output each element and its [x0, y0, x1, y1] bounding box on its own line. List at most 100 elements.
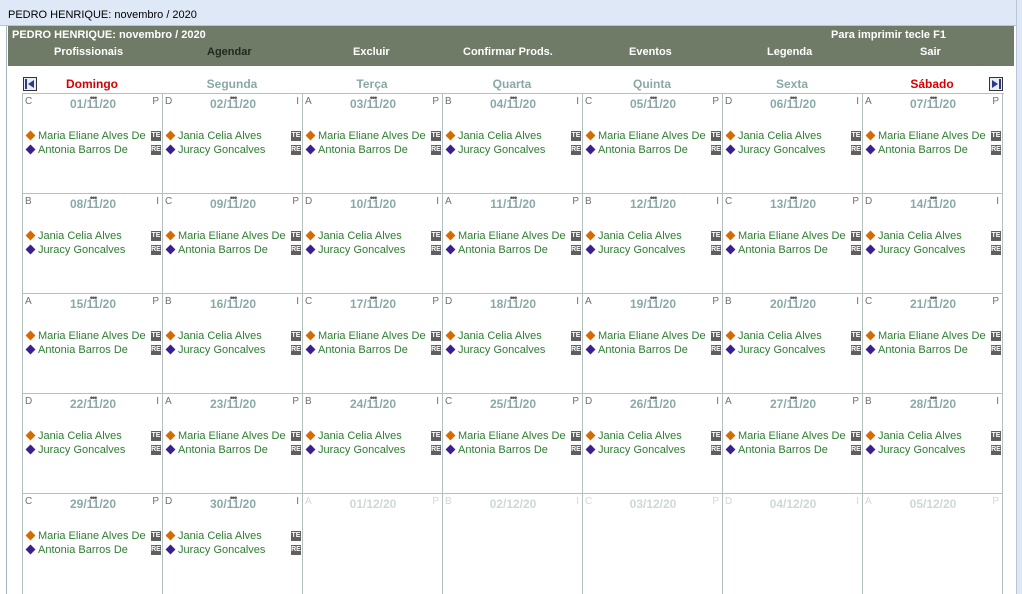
appointment-entry[interactable]: Maria Eliane Alves De TE [25, 530, 161, 543]
calendar-day-cell[interactable]: B I ••• 12/11/20 Jania Celia Alves TE Juracy G… [583, 193, 723, 294]
appointment-entry[interactable]: Antonia Barros De RE [165, 444, 301, 457]
appointment-entry[interactable]: Jania Celia Alves TE [865, 230, 1001, 243]
calendar-day-cell[interactable]: B I ••• 04/11/20 Jania Celia Alves TE Juracy G… [443, 93, 583, 194]
appointment-entry[interactable]: Jania Celia Alves TE [445, 330, 581, 343]
calendar-day-cell[interactable]: C P ••• 01/11/20 Maria Eliane Alves De TE Anto… [23, 93, 163, 194]
appointment-entry[interactable]: Juracy Goncalves RE [165, 144, 301, 157]
appointment-entry[interactable]: Juracy Goncalves RE [585, 444, 721, 457]
calendar-day-cell[interactable]: C P ••• 05/11/20 Maria Eliane Alves De TE Anto… [583, 93, 723, 194]
appointment-entry[interactable]: Maria Eliane Alves De TE [305, 330, 441, 343]
appointment-entry[interactable]: Jania Celia Alves TE [305, 230, 441, 243]
calendar-day-cell[interactable]: A P ••• 27/11/20 Maria Eliane Alves De TE Anto… [723, 393, 863, 494]
appointment-entry[interactable]: Antonia Barros De RE [865, 144, 1001, 157]
appointment-entry[interactable]: Jania Celia Alves TE [445, 130, 581, 143]
calendar-day-cell[interactable]: B I 02/12/20 [443, 494, 583, 594]
appointment-entry[interactable]: Maria Eliane Alves De TE [865, 330, 1001, 343]
appointment-entry[interactable]: Jania Celia Alves TE [305, 430, 441, 443]
appointment-entry[interactable]: Antonia Barros De RE [445, 444, 581, 457]
calendar-day-cell[interactable]: C P ••• 13/11/20 Maria Eliane Alves De TE Anto… [723, 193, 863, 294]
appointment-entry[interactable]: Juracy Goncalves RE [25, 444, 161, 457]
appointment-entry[interactable]: Jania Celia Alves TE [725, 330, 861, 343]
appointment-entry[interactable]: Juracy Goncalves RE [445, 144, 581, 157]
appointment-entry[interactable]: Jania Celia Alves TE [865, 430, 1001, 443]
appointment-entry[interactable]: Antonia Barros De RE [165, 244, 301, 257]
appointment-entry[interactable]: Antonia Barros De RE [25, 544, 161, 557]
calendar-day-cell[interactable]: B I ••• 16/11/20 Jania Celia Alves TE Juracy G… [163, 293, 303, 394]
calendar-day-cell[interactable]: D I ••• 22/11/20 Jania Celia Alves TE Juracy G… [23, 393, 163, 494]
appointment-entry[interactable]: Antonia Barros De RE [585, 144, 721, 157]
appointment-entry[interactable]: Antonia Barros De RE [25, 144, 161, 157]
appointment-entry[interactable]: Jania Celia Alves TE [165, 530, 301, 543]
calendar-day-cell[interactable]: C P ••• 21/11/20 Maria Eliane Alves De TE Anto… [863, 293, 1003, 394]
appointment-entry[interactable]: Juracy Goncalves RE [585, 244, 721, 257]
calendar-day-cell[interactable]: A P ••• 07/11/20 Maria Eliane Alves De TE Anto… [863, 93, 1003, 194]
menu-eventos[interactable]: Eventos [629, 46, 672, 58]
calendar-day-cell[interactable]: B I ••• 20/11/20 Jania Celia Alves TE Juracy G… [723, 293, 863, 394]
appointment-entry[interactable]: Maria Eliane Alves De TE [25, 330, 161, 343]
appointment-entry[interactable]: Juracy Goncalves RE [305, 244, 441, 257]
appointment-entry[interactable]: Antonia Barros De RE [305, 344, 441, 357]
appointment-entry[interactable]: Antonia Barros De RE [305, 144, 441, 157]
appointment-entry[interactable]: Maria Eliane Alves De TE [305, 130, 441, 143]
appointment-entry[interactable]: Antonia Barros De RE [585, 344, 721, 357]
appointment-entry[interactable]: Jania Celia Alves TE [165, 330, 301, 343]
appointment-entry[interactable]: Antonia Barros De RE [725, 444, 861, 457]
menu-excluir[interactable]: Excluir [353, 46, 390, 58]
calendar-day-cell[interactable]: D I ••• 26/11/20 Jania Celia Alves TE Juracy G… [583, 393, 723, 494]
calendar-day-cell[interactable]: C P ••• 09/11/20 Maria Eliane Alves De TE Anto… [163, 193, 303, 294]
appointment-entry[interactable]: Jania Celia Alves TE [585, 430, 721, 443]
calendar-day-cell[interactable]: C P ••• 17/11/20 Maria Eliane Alves De TE Anto… [303, 293, 443, 394]
appointment-entry[interactable]: Jania Celia Alves TE [725, 130, 861, 143]
calendar-day-cell[interactable]: D I ••• 10/11/20 Jania Celia Alves TE Juracy G… [303, 193, 443, 294]
appointment-entry[interactable]: Antonia Barros De RE [865, 344, 1001, 357]
calendar-day-cell[interactable]: A P ••• 03/11/20 Maria Eliane Alves De TE Anto… [303, 93, 443, 194]
appointment-entry[interactable]: Maria Eliane Alves De TE [25, 130, 161, 143]
appointment-entry[interactable]: Juracy Goncalves RE [165, 344, 301, 357]
appointment-entry[interactable]: Juracy Goncalves RE [25, 244, 161, 257]
calendar-day-cell[interactable]: A P ••• 15/11/20 Maria Eliane Alves De TE Anto… [23, 293, 163, 394]
appointment-entry[interactable]: Antonia Barros De RE [25, 344, 161, 357]
appointment-entry[interactable]: Jania Celia Alves TE [25, 430, 161, 443]
appointment-entry[interactable]: Maria Eliane Alves De TE [165, 230, 301, 243]
appointment-entry[interactable]: Juracy Goncalves RE [165, 544, 301, 557]
calendar-day-cell[interactable]: A P ••• 23/11/20 Maria Eliane Alves De TE Anto… [163, 393, 303, 494]
calendar-day-cell[interactable]: D I ••• 18/11/20 Jania Celia Alves TE Juracy G… [443, 293, 583, 394]
appointment-entry[interactable]: Maria Eliane Alves De TE [165, 430, 301, 443]
calendar-day-cell[interactable]: B I ••• 28/11/20 Jania Celia Alves TE Juracy G… [863, 393, 1003, 494]
appointment-entry[interactable]: Juracy Goncalves RE [725, 144, 861, 157]
appointment-entry[interactable]: Maria Eliane Alves De TE [725, 430, 861, 443]
calendar-day-cell[interactable]: B I ••• 24/11/20 Jania Celia Alves TE Juracy G… [303, 393, 443, 494]
menu-legenda[interactable]: Legenda [767, 46, 812, 58]
appointment-entry[interactable]: Juracy Goncalves RE [445, 344, 581, 357]
calendar-day-cell[interactable]: A P 05/12/20 [863, 494, 1003, 594]
appointment-entry[interactable]: Jania Celia Alves TE [25, 230, 161, 243]
appointment-entry[interactable]: Jania Celia Alves TE [585, 230, 721, 243]
appointment-entry[interactable]: Maria Eliane Alves De TE [585, 330, 721, 343]
calendar-day-cell[interactable]: A P ••• 19/11/20 Maria Eliane Alves De TE Anto… [583, 293, 723, 394]
appointment-entry[interactable]: Jania Celia Alves TE [165, 130, 301, 143]
calendar-day-cell[interactable]: D I 04/12/20 [723, 494, 863, 594]
appointment-entry[interactable]: Maria Eliane Alves De TE [585, 130, 721, 143]
appointment-entry[interactable]: Antonia Barros De RE [725, 244, 861, 257]
calendar-day-cell[interactable]: A P 01/12/20 [303, 494, 443, 594]
appointment-entry[interactable]: Juracy Goncalves RE [865, 444, 1001, 457]
calendar-day-cell[interactable]: D I ••• 06/11/20 Jania Celia Alves TE Juracy G… [723, 93, 863, 194]
appointment-entry[interactable]: Maria Eliane Alves De TE [445, 430, 581, 443]
appointment-entry[interactable]: Juracy Goncalves RE [305, 444, 441, 457]
calendar-day-cell[interactable]: C P ••• 29/11/20 Maria Eliane Alves De TE Anto… [23, 493, 163, 594]
calendar-day-cell[interactable]: D I ••• 14/11/20 Jania Celia Alves TE Juracy G… [863, 193, 1003, 294]
menu-profissionais[interactable]: Profissionais [54, 46, 123, 58]
appointment-entry[interactable]: Maria Eliane Alves De TE [445, 230, 581, 243]
appointment-entry[interactable]: Maria Eliane Alves De TE [725, 230, 861, 243]
appointment-entry[interactable]: Antonia Barros De RE [445, 244, 581, 257]
menu-confirmar-prods[interactable]: Confirmar Prods. [463, 46, 553, 58]
calendar-day-cell[interactable]: C P ••• 25/11/20 Maria Eliane Alves De TE Anto… [443, 393, 583, 494]
calendar-day-cell[interactable]: B I ••• 08/11/20 Jania Celia Alves TE Juracy G… [23, 193, 163, 294]
appointment-entry[interactable]: Maria Eliane Alves De TE [865, 130, 1001, 143]
calendar-day-cell[interactable]: D I ••• 30/11/20 Jania Celia Alves TE Juracy G… [163, 493, 303, 594]
calendar-day-cell[interactable]: D I ••• 02/11/20 Jania Celia Alves TE Juracy G… [163, 93, 303, 194]
calendar-day-cell[interactable]: A P ••• 11/11/20 Maria Eliane Alves De TE Anto… [443, 193, 583, 294]
appointment-entry[interactable]: Juracy Goncalves RE [725, 344, 861, 357]
menu-sair[interactable]: Sair [920, 46, 941, 58]
calendar-day-cell[interactable]: C P 03/12/20 [583, 494, 723, 594]
